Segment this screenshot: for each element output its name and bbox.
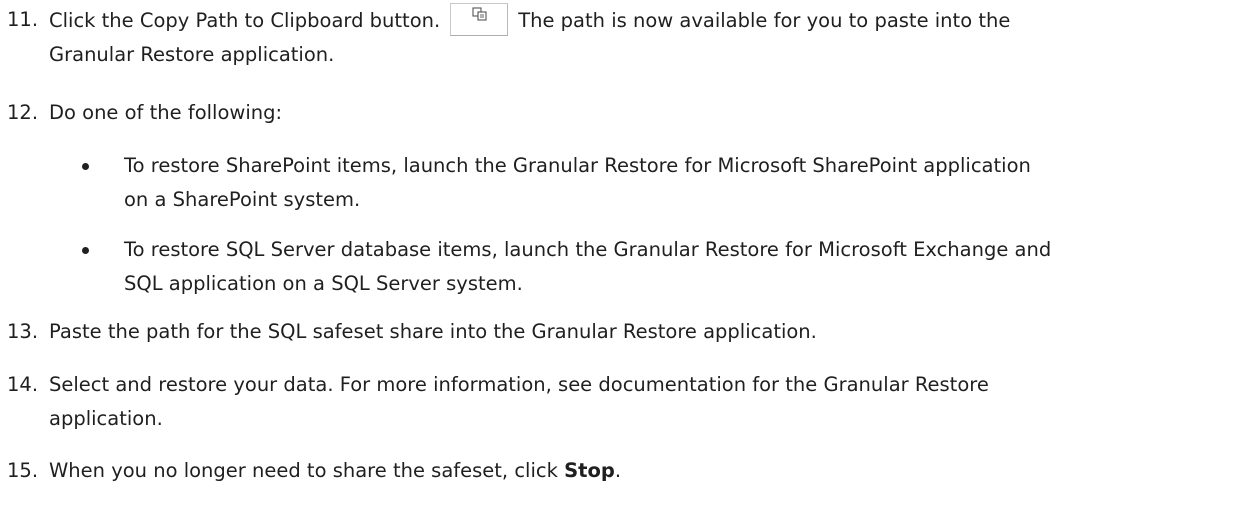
bullet-text: To restore SQL Server database items, la…	[124, 233, 1240, 301]
stop-label: Stop	[564, 459, 615, 482]
copy-clipboard-icon	[472, 7, 487, 21]
bullet-text: To restore SharePoint items, launch the …	[124, 149, 1240, 217]
step-number: 15.	[7, 459, 39, 482]
step-15: 15. When you no longer need to share the…	[0, 454, 1240, 488]
step-14: 14. Select and restore your data. For mo…	[0, 368, 1240, 436]
bullet-dot	[82, 163, 89, 170]
document-page: 11. Click the Copy Path to Clipboard but…	[0, 0, 1249, 531]
bullet-text-line2: on a SharePoint system.	[124, 188, 361, 211]
step-text: When you no longer need to share the saf…	[49, 454, 1240, 488]
bullet-text-line2: SQL application on a SQL Server system.	[124, 272, 523, 295]
step-text: Select and restore your data. For more i…	[49, 368, 1240, 436]
step-number: 14.	[7, 373, 39, 396]
bullet-item: To restore SharePoint items, launch the …	[0, 149, 1240, 217]
step-11: 11. Click the Copy Path to Clipboard but…	[0, 3, 1240, 72]
step-text: Click the Copy Path to Clipboard button.…	[49, 3, 1240, 72]
step-12: 12. Do one of the following:	[0, 96, 1240, 130]
step-number: 12.	[7, 101, 39, 124]
bullet-text-line1: To restore SQL Server database items, la…	[124, 238, 1052, 261]
step-number: 13.	[7, 320, 39, 343]
step-text-before: Click the Copy Path to Clipboard button.	[49, 9, 441, 32]
step-number: 11.	[7, 8, 39, 31]
bullet-item: To restore SQL Server database items, la…	[0, 233, 1240, 301]
step-text-after: .	[614, 459, 622, 482]
step-text-line1: Select and restore your data. For more i…	[49, 373, 989, 396]
step-text-line2: Granular Restore application.	[49, 43, 335, 66]
step-text-after: The path is now available for you to pas…	[518, 9, 1011, 32]
bullet-dot	[82, 247, 89, 254]
copy-path-button[interactable]	[450, 3, 509, 36]
step-text-line2: application.	[49, 407, 163, 430]
bullet-text-line1: To restore SharePoint items, launch the …	[124, 154, 1031, 177]
step-text: Do one of the following:	[49, 101, 283, 124]
step-text: Paste the path for the SQL safeset share…	[49, 320, 817, 343]
step-text-before: When you no longer need to share the saf…	[49, 459, 565, 482]
step-13: 13. Paste the path for the SQL safeset s…	[0, 315, 1240, 349]
